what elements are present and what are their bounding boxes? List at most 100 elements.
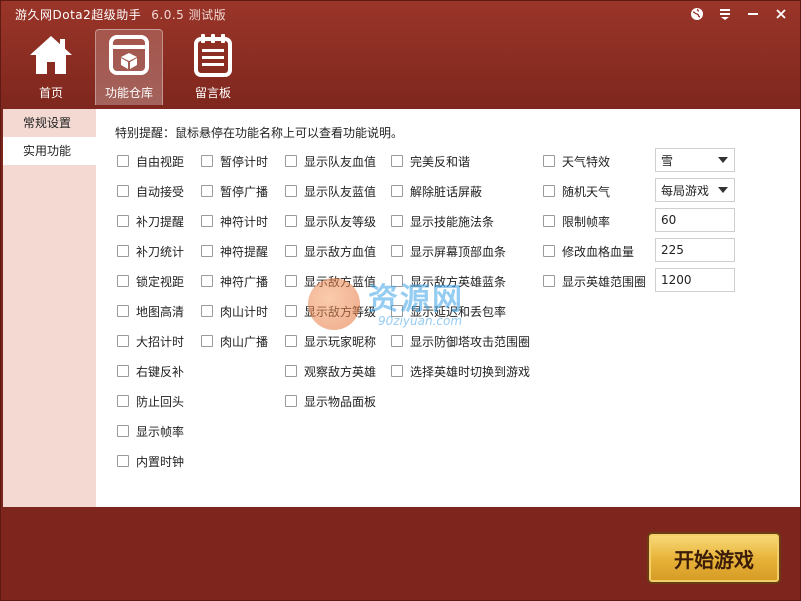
option-checkbox[interactable] [543, 155, 555, 167]
option-item[interactable]: 显示防御塔攻击范围圈 [391, 333, 530, 349]
option-item[interactable]: 补刀统计 [117, 243, 184, 259]
option-item[interactable]: 补刀提醒 [117, 213, 184, 229]
weather-select[interactable]: 雪 [655, 148, 735, 172]
option-label: 内置时钟 [136, 454, 185, 469]
option-checkbox[interactable] [285, 215, 297, 227]
option-item[interactable]: 观察敌方英雄 [285, 363, 376, 379]
option-checkbox[interactable] [117, 245, 129, 257]
tab-message-board[interactable]: 留言板 [183, 29, 243, 105]
option-checkbox[interactable] [285, 335, 297, 347]
window-title: 游久网Dota2超级助手 6.0.5 测试版 [1, 6, 226, 23]
hp-block-input[interactable]: 225 [655, 238, 735, 262]
option-checkbox[interactable] [285, 305, 297, 317]
option-item[interactable]: 自由视距 [117, 153, 184, 169]
option-item[interactable]: 自动接受 [117, 183, 184, 199]
option-item[interactable]: 地图高清 [117, 303, 184, 319]
option-item[interactable]: 显示敌方蓝值 [285, 273, 376, 289]
option-checkbox[interactable] [117, 425, 129, 437]
option-item[interactable]: 显示队友蓝值 [285, 183, 376, 199]
option-checkbox[interactable] [391, 275, 403, 287]
tab-home[interactable]: 首页 [21, 29, 81, 105]
option-checkbox[interactable] [391, 155, 403, 167]
option-item[interactable]: 大招计时 [117, 333, 184, 349]
option-item[interactable]: 修改血格血量 [543, 243, 634, 259]
option-checkbox[interactable] [543, 275, 555, 287]
option-checkbox[interactable] [117, 455, 129, 467]
weather-select-value: 雪 [661, 153, 674, 168]
option-checkbox[interactable] [285, 185, 297, 197]
option-checkbox[interactable] [201, 155, 213, 167]
option-checkbox[interactable] [391, 365, 403, 377]
option-checkbox[interactable] [543, 245, 555, 257]
option-item[interactable]: 显示英雄范围圈 [543, 273, 646, 289]
option-item[interactable]: 显示玩家昵称 [285, 333, 376, 349]
option-checkbox[interactable] [391, 215, 403, 227]
option-item[interactable]: 肉山计时 [201, 303, 268, 319]
option-item[interactable]: 肉山广播 [201, 333, 268, 349]
option-item[interactable]: 神符计时 [201, 213, 268, 229]
option-item[interactable]: 防止回头 [117, 393, 184, 409]
option-checkbox[interactable] [201, 215, 213, 227]
option-item[interactable]: 显示屏幕顶部血条 [391, 243, 506, 259]
option-checkbox[interactable] [543, 185, 555, 197]
option-checkbox[interactable] [285, 365, 297, 377]
option-item[interactable]: 显示技能施法条 [391, 213, 494, 229]
option-item[interactable]: 解除脏话屏蔽 [391, 183, 482, 199]
option-checkbox[interactable] [391, 245, 403, 257]
option-checkbox[interactable] [201, 305, 213, 317]
option-item[interactable]: 显示敌方等级 [285, 303, 376, 319]
option-checkbox[interactable] [117, 335, 129, 347]
option-checkbox[interactable] [117, 215, 129, 227]
option-item[interactable]: 天气特效 [543, 153, 610, 169]
option-checkbox[interactable] [117, 365, 129, 377]
option-item[interactable]: 右键反补 [117, 363, 184, 379]
option-checkbox[interactable] [285, 275, 297, 287]
window-controls [686, 4, 792, 24]
option-checkbox[interactable] [285, 155, 297, 167]
option-item[interactable]: 完美反和谐 [391, 153, 470, 169]
tab-warehouse[interactable]: 功能仓库 [95, 29, 163, 105]
start-game-button[interactable]: 开始游戏 [647, 532, 781, 584]
option-item[interactable]: 显示队友血值 [285, 153, 376, 169]
option-checkbox[interactable] [201, 245, 213, 257]
option-item[interactable]: 随机天气 [543, 183, 610, 199]
option-item[interactable]: 选择英雄时切换到游戏 [391, 363, 530, 379]
option-checkbox[interactable] [285, 245, 297, 257]
fps-limit-input[interactable]: 60 [655, 208, 735, 232]
option-checkbox[interactable] [117, 395, 129, 407]
sidebar-item-utilities[interactable]: 实用功能 [3, 137, 96, 165]
option-item[interactable]: 显示物品面板 [285, 393, 376, 409]
option-checkbox[interactable] [117, 275, 129, 287]
option-item[interactable]: 神符提醒 [201, 243, 268, 259]
option-item[interactable]: 显示敌方血值 [285, 243, 376, 259]
option-item[interactable]: 限制帧率 [543, 213, 610, 229]
globe-icon[interactable] [686, 4, 708, 24]
option-checkbox[interactable] [391, 185, 403, 197]
option-item[interactable]: 锁定视距 [117, 273, 184, 289]
option-checkbox[interactable] [543, 215, 555, 227]
option-item[interactable]: 显示队友等级 [285, 213, 376, 229]
hero-range-input[interactable]: 1200 [655, 268, 735, 292]
random-weather-select[interactable]: 每局游戏 [655, 178, 735, 202]
option-item[interactable]: 暂停广播 [201, 183, 268, 199]
sidebar-item-general[interactable]: 常规设置 [3, 109, 96, 137]
menu-icon[interactable] [714, 4, 736, 24]
option-checkbox[interactable] [201, 185, 213, 197]
chevron-down-icon [718, 157, 728, 163]
option-checkbox[interactable] [391, 335, 403, 347]
option-item[interactable]: 显示敌方英雄蓝条 [391, 273, 506, 289]
option-checkbox[interactable] [117, 155, 129, 167]
close-icon[interactable] [770, 4, 792, 24]
option-checkbox[interactable] [117, 305, 129, 317]
option-item[interactable]: 神符广播 [201, 273, 268, 289]
minimize-icon[interactable] [742, 4, 764, 24]
option-item[interactable]: 显示延迟和丢包率 [391, 303, 506, 319]
option-checkbox[interactable] [201, 335, 213, 347]
option-checkbox[interactable] [285, 395, 297, 407]
option-checkbox[interactable] [201, 275, 213, 287]
option-item[interactable]: 暂停计时 [201, 153, 268, 169]
option-checkbox[interactable] [391, 305, 403, 317]
option-checkbox[interactable] [117, 185, 129, 197]
option-item[interactable]: 显示帧率 [117, 423, 184, 439]
option-item[interactable]: 内置时钟 [117, 453, 184, 469]
